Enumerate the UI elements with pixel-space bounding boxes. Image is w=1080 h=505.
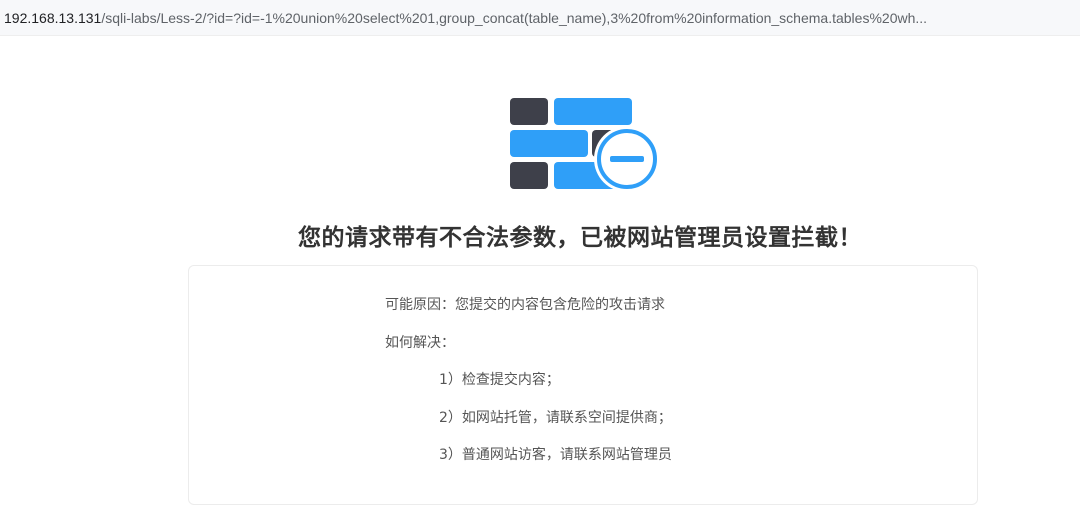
block-title: 您的请求带有不合法参数，已被网站管理员设置拦截！	[298, 225, 862, 251]
info-box: 可能原因：您提交的内容包含危险的攻击请求 如何解决： 1）检查提交内容； 2）如…	[188, 265, 978, 505]
brick-blue-1	[554, 98, 632, 125]
reason-text: 可能原因：您提交的内容包含危险的攻击请求	[385, 297, 665, 313]
brick-blue-2	[510, 130, 588, 157]
url-path: /sqli-labs/Less-2/?id=?id=-1%20union%20s…	[101, 9, 928, 26]
address-bar[interactable]: 192.168.13.131/sqli-labs/Less-2/?id=?id=…	[0, 0, 1080, 36]
minus-icon	[610, 156, 644, 162]
resolve-step: 1）检查提交内容；	[439, 372, 560, 388]
resolve-step: 3）普通网站访客，请联系网站管理员	[439, 447, 672, 463]
brick-dark-1	[510, 98, 548, 125]
firewall-block-icon	[510, 98, 660, 192]
brick-dark-3	[510, 162, 548, 189]
resolve-step: 2）如网站托管，请联系空间提供商；	[439, 410, 672, 426]
how-to-resolve-label: 如何解决：	[385, 335, 455, 351]
url-host: 192.168.13.131	[4, 9, 102, 26]
